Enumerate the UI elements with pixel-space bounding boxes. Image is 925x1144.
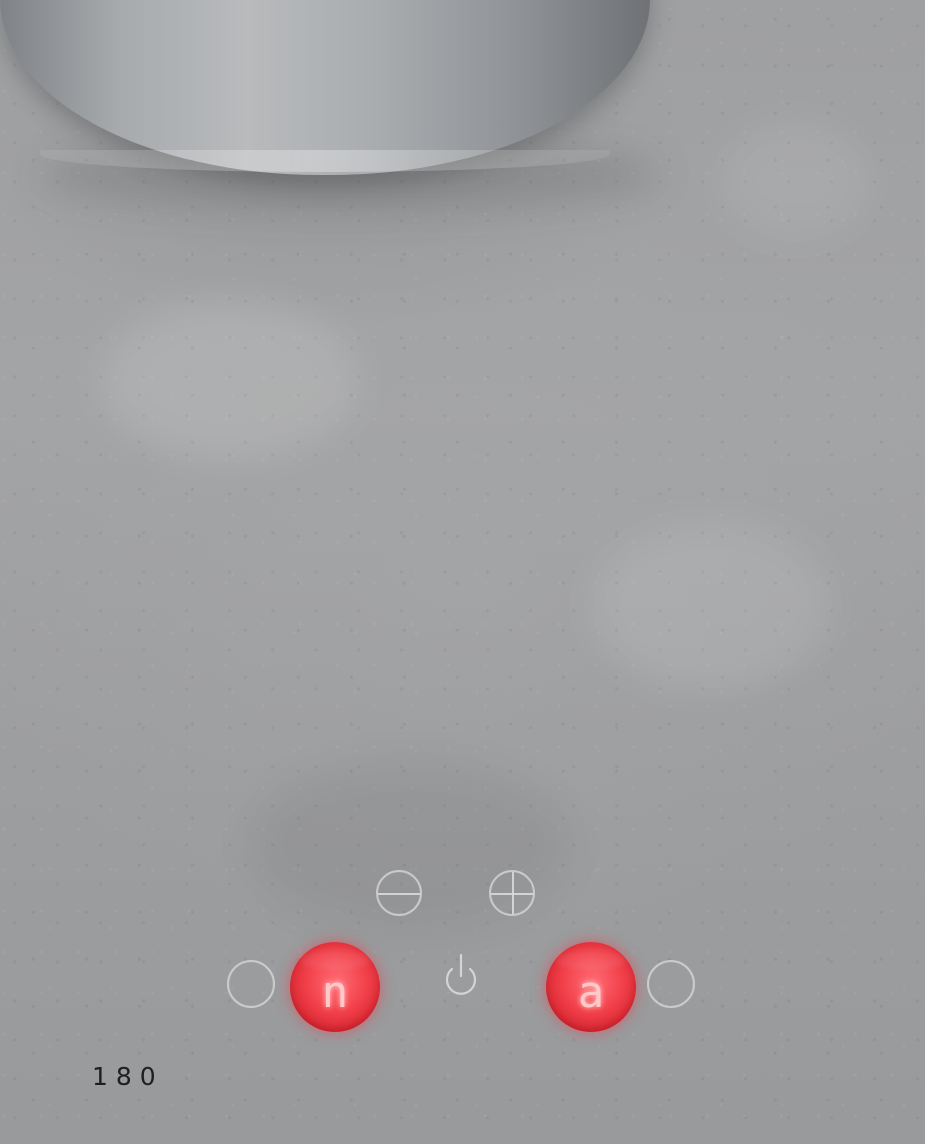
left-display-value: n bbox=[321, 967, 349, 1018]
surface-blotch-2 bbox=[590, 520, 830, 690]
surface-blotch-4 bbox=[720, 120, 870, 240]
right-display-value: a bbox=[577, 967, 605, 1018]
minus-line bbox=[378, 893, 420, 895]
left-display[interactable]: n bbox=[290, 942, 380, 1032]
plus-circle-icon[interactable] bbox=[489, 870, 535, 916]
cooktop-photo: n a 180 bbox=[0, 0, 925, 1144]
power-icon[interactable] bbox=[434, 945, 488, 999]
page-number: 180 bbox=[92, 1062, 164, 1091]
left-zone-circle-icon[interactable] bbox=[227, 960, 275, 1008]
surface-blotch-1 bbox=[100, 300, 360, 460]
right-display[interactable]: a bbox=[546, 942, 636, 1032]
plus-vertical-line bbox=[512, 872, 514, 914]
right-zone-circle-icon[interactable] bbox=[647, 960, 695, 1008]
minus-circle-icon[interactable] bbox=[376, 870, 422, 916]
